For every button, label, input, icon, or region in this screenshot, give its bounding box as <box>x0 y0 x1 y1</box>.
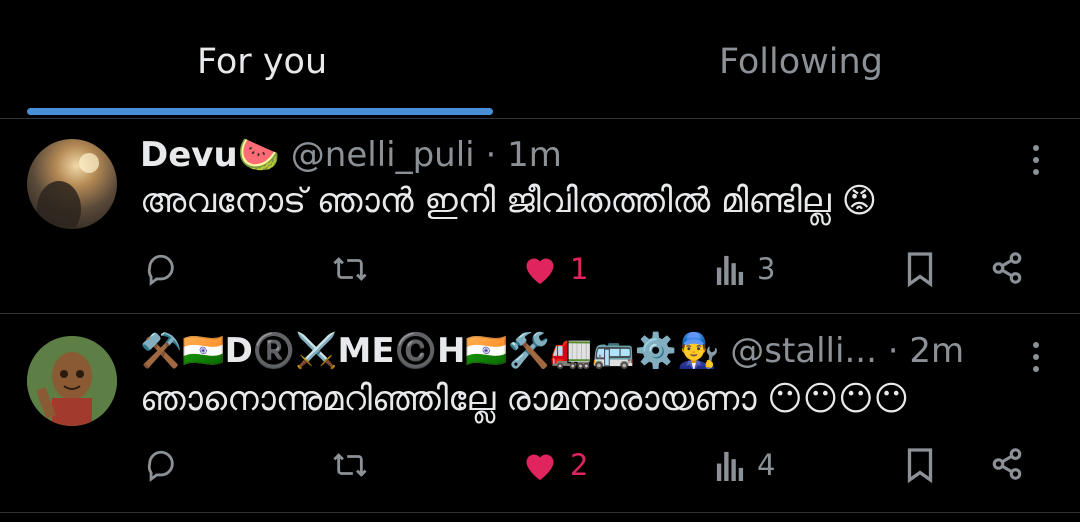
separator-dot: · <box>485 135 497 175</box>
share-icon <box>992 252 1022 284</box>
views-button[interactable]: 4 <box>715 448 775 482</box>
retweet-button[interactable] <box>331 448 369 482</box>
like-count: 2 <box>570 448 589 482</box>
view-count: 3 <box>757 252 776 286</box>
author-name[interactable]: Devu🍉 <box>140 135 280 175</box>
more-icon[interactable] <box>1026 342 1046 378</box>
post-time[interactable]: 1m <box>507 135 562 175</box>
bookmark-button[interactable] <box>904 251 936 287</box>
post-2[interactable]: ⚒️🇮🇳D®️⚔️ME©️H🇮🇳🛠️🚛🚌⚙️👨‍🔧 @stalli... · 2… <box>0 314 1080 514</box>
share-icon <box>992 448 1022 480</box>
tab-following[interactable]: Following <box>719 42 883 82</box>
views-icon <box>716 451 744 481</box>
view-count: 4 <box>757 448 776 482</box>
like-count: 1 <box>570 252 589 286</box>
like-button[interactable]: 2 <box>522 448 588 482</box>
bookmark-icon <box>907 252 933 287</box>
heart-icon <box>526 258 554 284</box>
author-handle[interactable]: @stalli... <box>730 331 877 371</box>
retweet-icon <box>333 453 367 477</box>
timeline-tabs: For you Following <box>0 0 1080 119</box>
like-button[interactable]: 1 <box>522 252 588 286</box>
bookmark-icon <box>907 448 933 483</box>
reply-button[interactable] <box>144 448 178 482</box>
reply-icon <box>147 254 174 286</box>
retweet-button[interactable] <box>331 252 369 286</box>
views-button[interactable]: 3 <box>715 252 775 286</box>
post-text: അവനോട് ഞാൻ ഇനി ജീവിതത്തിൽ മിണ്ടില്ല 😡 <box>140 181 878 221</box>
post-divider <box>0 512 1080 513</box>
retweet-icon <box>333 257 367 281</box>
separator-dot: · <box>887 331 899 371</box>
reply-icon <box>147 450 174 482</box>
avatar[interactable] <box>27 336 117 426</box>
reply-button[interactable] <box>144 252 178 286</box>
share-button[interactable] <box>990 447 1024 481</box>
share-button[interactable] <box>990 251 1024 285</box>
heart-icon <box>526 454 554 480</box>
post-1[interactable]: Devu🍉 @nelli_puli · 1m അവനോട് ഞാൻ ഇനി ജീ… <box>0 119 1080 314</box>
more-icon[interactable] <box>1026 145 1046 181</box>
tab-for-you[interactable]: For you <box>197 42 327 82</box>
views-icon <box>716 255 744 285</box>
avatar[interactable] <box>27 139 117 229</box>
author-handle[interactable]: @nelli_puli <box>291 135 475 175</box>
bookmark-button[interactable] <box>904 447 936 483</box>
active-tab-indicator <box>27 108 493 115</box>
post-time[interactable]: 2m <box>909 331 964 371</box>
author-name[interactable]: ⚒️🇮🇳D®️⚔️ME©️H🇮🇳🛠️🚛🚌⚙️👨‍🔧 <box>140 331 719 371</box>
post-text: ഞാനൊന്നുമറിഞ്ഞില്ലേ രാമനാരായണാ 😶😶😶😶 <box>140 379 910 419</box>
